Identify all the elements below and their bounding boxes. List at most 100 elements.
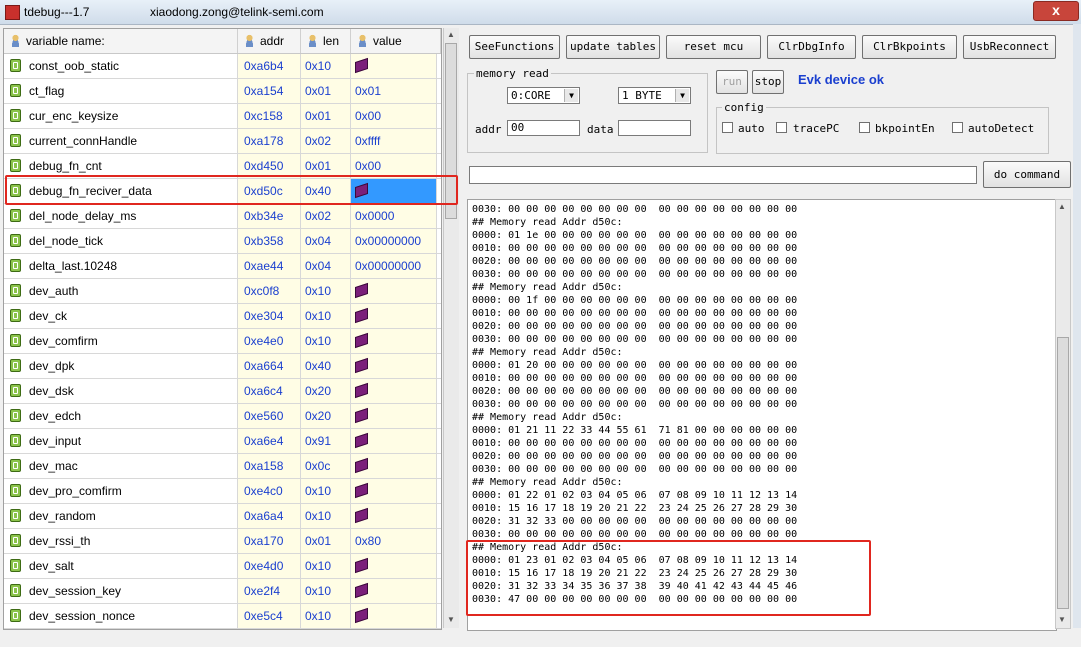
addr-cell[interactable]: 0xe2f4	[238, 579, 301, 603]
table-row[interactable]: dev_dpk 0xa664 0x40	[4, 354, 441, 379]
table-row[interactable]: const_oob_static 0xa6b4 0x10	[4, 54, 441, 79]
header-value[interactable]: value	[351, 29, 441, 53]
len-cell[interactable]: 0x20	[301, 404, 351, 428]
len-cell[interactable]: 0x0c	[301, 454, 351, 478]
addr-cell[interactable]: 0xa178	[238, 129, 301, 153]
variable-name-cell[interactable]: const_oob_static	[4, 54, 238, 78]
value-cell[interactable]	[351, 554, 437, 578]
book-icon[interactable]	[355, 457, 368, 474]
len-cell[interactable]: 0x02	[301, 204, 351, 228]
addr-cell[interactable]: 0xb358	[238, 229, 301, 253]
len-cell[interactable]: 0x10	[301, 54, 351, 78]
addr-cell[interactable]: 0xa664	[238, 354, 301, 378]
table-row[interactable]: dev_salt 0xe4d0 0x10	[4, 554, 441, 579]
book-icon[interactable]	[355, 507, 368, 524]
value-cell[interactable]: 0x01	[351, 79, 437, 103]
addr-cell[interactable]: 0xae44	[238, 254, 301, 278]
addr-cell[interactable]: 0xa6e4	[238, 429, 301, 453]
addr-cell[interactable]: 0xc158	[238, 104, 301, 128]
len-cell[interactable]: 0x10	[301, 504, 351, 528]
value-cell[interactable]	[351, 579, 437, 603]
value-cell[interactable]	[351, 454, 437, 478]
addr-cell[interactable]: 0xd450	[238, 154, 301, 178]
variable-name-cell[interactable]: dev_dpk	[4, 354, 238, 378]
variable-name-cell[interactable]: del_node_delay_ms	[4, 204, 238, 228]
variable-name-cell[interactable]: dev_auth	[4, 279, 238, 303]
table-row[interactable]: dev_pro_comfirm 0xe4c0 0x10	[4, 479, 441, 504]
header-addr[interactable]: addr	[238, 29, 301, 53]
scroll-up-arrow-icon[interactable]: ▲	[446, 29, 456, 41]
book-icon[interactable]	[355, 557, 368, 574]
len-cell[interactable]: 0x40	[301, 354, 351, 378]
value-cell[interactable]	[351, 354, 437, 378]
addr-cell[interactable]: 0xa6b4	[238, 54, 301, 78]
clr-bkpoints-button[interactable]: ClrBkpoints	[862, 35, 957, 59]
variable-name-cell[interactable]: current_connHandle	[4, 129, 238, 153]
addr-cell[interactable]: 0xe5c4	[238, 604, 301, 628]
len-cell[interactable]: 0x01	[301, 529, 351, 553]
clr-dbg-info-button[interactable]: ClrDbgInfo	[767, 35, 856, 59]
value-cell[interactable]	[351, 304, 437, 328]
variable-name-cell[interactable]: dev_ck	[4, 304, 238, 328]
book-icon[interactable]	[355, 307, 368, 324]
do-command-button[interactable]: do command	[983, 161, 1071, 188]
addr-cell[interactable]: 0xa154	[238, 79, 301, 103]
scroll-up-arrow-icon[interactable]: ▲	[1057, 201, 1067, 213]
header-len[interactable]: len	[301, 29, 351, 53]
variable-name-cell[interactable]: delta_last.10248	[4, 254, 238, 278]
len-cell[interactable]: 0x91	[301, 429, 351, 453]
table-scrollbar[interactable]: ▲ ▼	[443, 28, 459, 628]
addr-cell[interactable]: 0xa6a4	[238, 504, 301, 528]
table-row[interactable]: dev_auth 0xc0f8 0x10	[4, 279, 441, 304]
value-cell[interactable]	[351, 404, 437, 428]
data-input[interactable]	[618, 120, 691, 136]
addr-cell[interactable]: 0xe560	[238, 404, 301, 428]
scroll-down-arrow-icon[interactable]: ▼	[446, 614, 456, 626]
value-cell[interactable]	[351, 604, 437, 628]
addr-cell[interactable]: 0xe4c0	[238, 479, 301, 503]
addr-cell[interactable]: 0xe4e0	[238, 329, 301, 353]
table-row[interactable]: dev_dsk 0xa6c4 0x20	[4, 379, 441, 404]
value-cell[interactable]	[351, 279, 437, 303]
reset-mcu-button[interactable]: reset mcu	[666, 35, 761, 59]
table-row[interactable]: dev_ck 0xe304 0x10	[4, 304, 441, 329]
update-tables-button[interactable]: update tables	[566, 35, 660, 59]
scroll-down-arrow-icon[interactable]: ▼	[1057, 614, 1067, 626]
table-row[interactable]: dev_session_nonce 0xe5c4 0x10	[4, 604, 441, 629]
table-row[interactable]: delta_last.10248 0xae44 0x04 0x00000000	[4, 254, 441, 279]
table-row[interactable]: dev_input 0xa6e4 0x91	[4, 429, 441, 454]
table-row[interactable]: debug_fn_cnt 0xd450 0x01 0x00	[4, 154, 441, 179]
len-cell[interactable]: 0x10	[301, 479, 351, 503]
core-select[interactable]: 0:CORE ▼	[507, 87, 580, 104]
value-cell[interactable]	[351, 329, 437, 353]
run-button[interactable]: run	[716, 70, 748, 94]
variable-name-cell[interactable]: debug_fn_cnt	[4, 154, 238, 178]
variable-name-cell[interactable]: dev_rssi_th	[4, 529, 238, 553]
size-select[interactable]: 1 BYTE ▼	[618, 87, 691, 104]
value-cell[interactable]: 0x80	[351, 529, 437, 553]
value-cell[interactable]: 0x00	[351, 104, 437, 128]
table-row[interactable]: current_connHandle 0xa178 0x02 0xffff	[4, 129, 441, 154]
scrollbar-thumb[interactable]	[445, 43, 457, 219]
book-icon[interactable]	[355, 432, 368, 449]
variable-name-cell[interactable]: cur_enc_keysize	[4, 104, 238, 128]
len-cell[interactable]: 0x10	[301, 329, 351, 353]
auto-detect-checkbox[interactable]	[952, 122, 963, 133]
table-row[interactable]: dev_edch 0xe560 0x20	[4, 404, 441, 429]
len-cell[interactable]: 0x10	[301, 579, 351, 603]
value-cell[interactable]	[351, 179, 437, 203]
addr-cell[interactable]: 0xe4d0	[238, 554, 301, 578]
value-cell[interactable]	[351, 379, 437, 403]
variable-name-cell[interactable]: dev_comfirm	[4, 329, 238, 353]
len-cell[interactable]: 0x10	[301, 604, 351, 628]
variable-name-cell[interactable]: del_node_tick	[4, 229, 238, 253]
bkpoint-en-checkbox[interactable]	[859, 122, 870, 133]
book-icon[interactable]	[355, 607, 368, 624]
table-row[interactable]: ct_flag 0xa154 0x01 0x01	[4, 79, 441, 104]
len-cell[interactable]: 0x01	[301, 79, 351, 103]
variable-name-cell[interactable]: dev_edch	[4, 404, 238, 428]
variable-name-cell[interactable]: dev_input	[4, 429, 238, 453]
variable-name-cell[interactable]: debug_fn_reciver_data	[4, 179, 238, 203]
len-cell[interactable]: 0x04	[301, 229, 351, 253]
value-cell[interactable]	[351, 54, 437, 78]
